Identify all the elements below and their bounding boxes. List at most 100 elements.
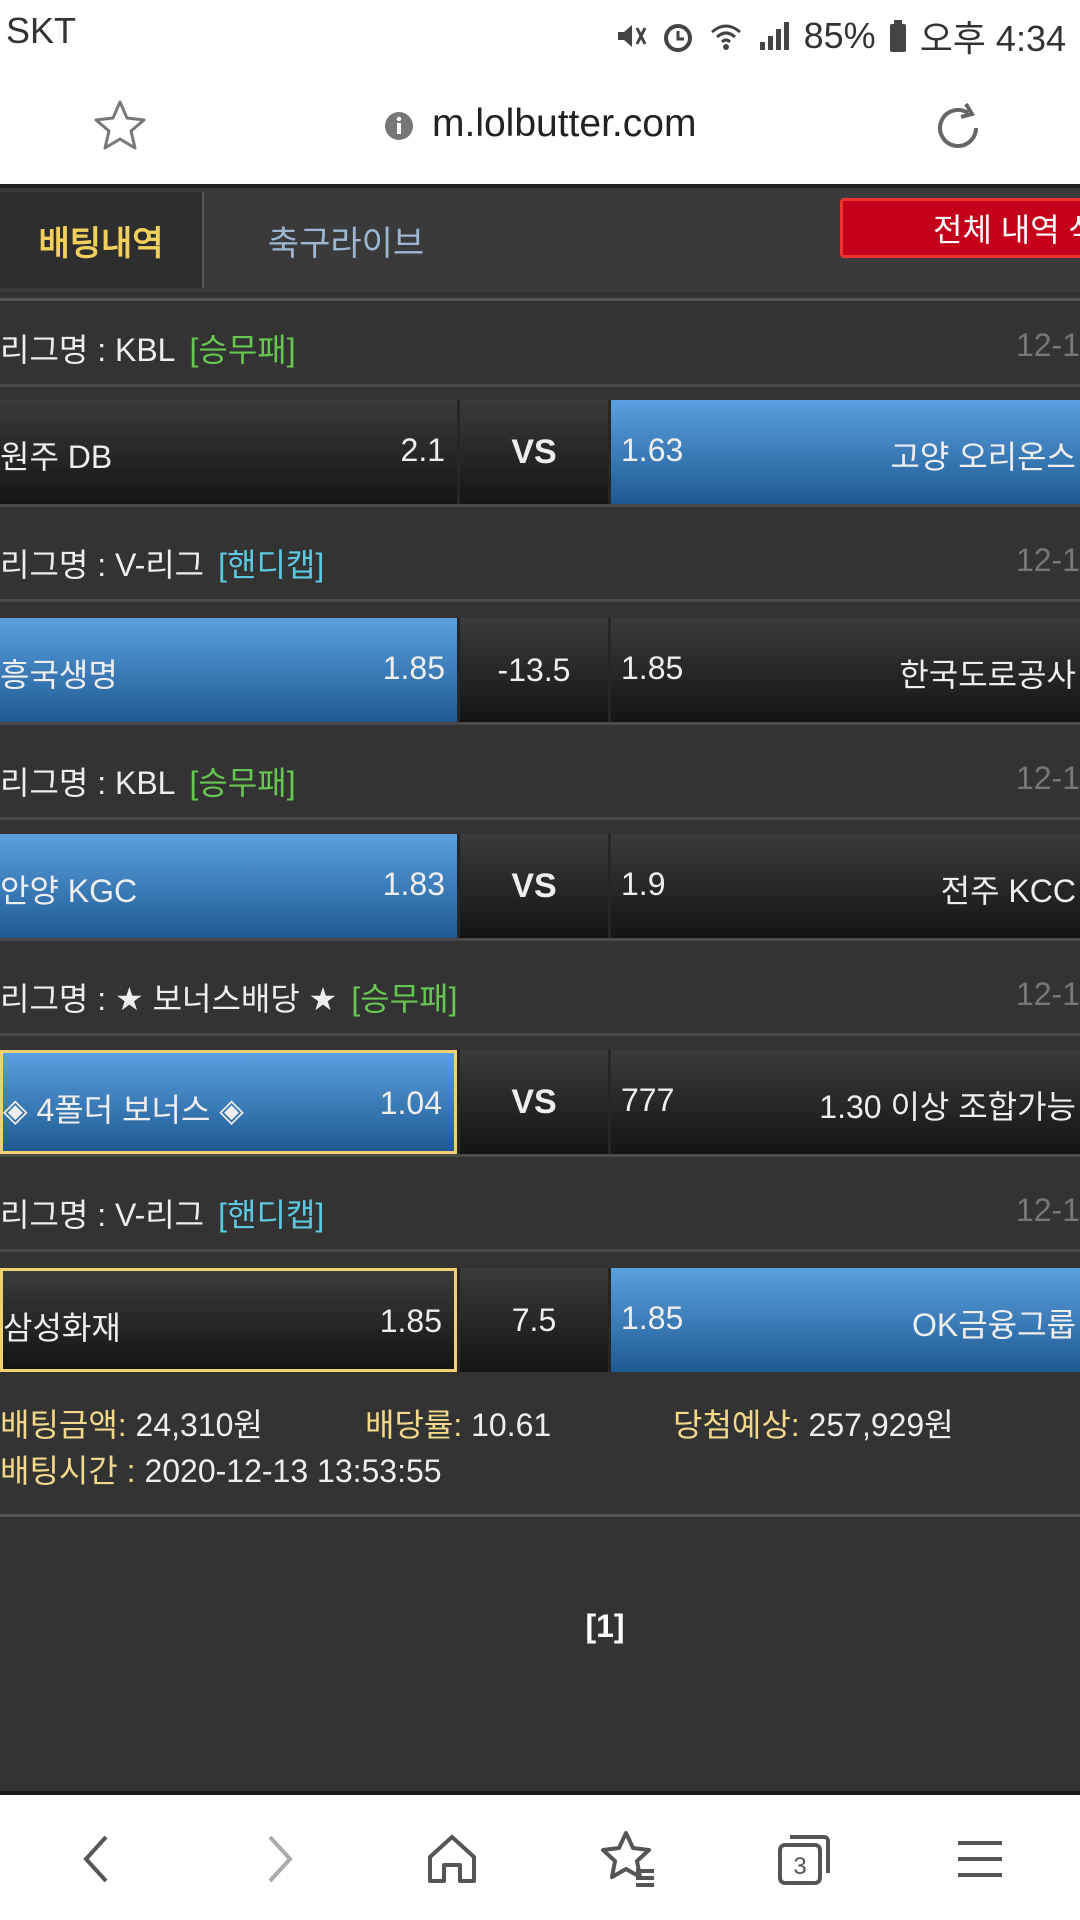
home-team: 흥국생명	[0, 657, 118, 693]
league-name: 리그명 : KBL	[0, 765, 176, 801]
bet-time: 배팅시간 : 2020-12-13 13:53:55	[0, 1446, 442, 1492]
match-row: 안양 KGC 1.83 VS 1.9 전주 KCC	[0, 834, 1080, 938]
mute-icon	[617, 25, 646, 47]
home-team: 원주 DB	[0, 439, 113, 475]
handicap-value: -13.5	[497, 651, 571, 688]
tab-count: 3	[793, 1853, 806, 1880]
clock: 오후 4:34	[919, 18, 1066, 59]
payout-rate-label: 배당률:	[365, 1407, 463, 1443]
away-pick-cell[interactable]: 1.85 OK금융그룹	[611, 1268, 1080, 1372]
match-date: 12-1	[1015, 1192, 1080, 1228]
league-name: 리그명 : ★ 보너스배당 ★	[0, 981, 338, 1017]
versus-cell: VS	[460, 834, 608, 938]
away-pick-cell[interactable]: 1.9 전주 KCC	[611, 834, 1080, 938]
league-name: 리그명 : V-리그	[0, 1197, 205, 1233]
bet-type-label: [핸디캡]	[218, 547, 325, 583]
tab-bet-history[interactable]: 배팅내역	[0, 192, 204, 288]
tab-soccer-live[interactable]: 축구라이브	[206, 192, 486, 288]
row-divider	[0, 722, 1080, 734]
star-icon[interactable]	[90, 96, 150, 156]
payout-rate-value: 10.61	[462, 1407, 552, 1443]
home-pick-cell[interactable]: 흥국생명 1.85	[0, 618, 457, 722]
away-pick-cell[interactable]: 1.63 고양 오리온스	[611, 400, 1080, 504]
back-icon[interactable]	[66, 1827, 130, 1891]
league-row: 리그명 : V-리그 [핸디캡] 12-1	[0, 1166, 1080, 1252]
menu-icon[interactable]	[948, 1827, 1012, 1891]
bet-time-value: 2020-12-13 13:53:55	[135, 1453, 442, 1489]
expected-win: 당첨예상: 257,929원	[673, 1400, 954, 1446]
home-team: ◈ 4폴더 보너스 ◈	[3, 1092, 244, 1128]
wifi-icon	[710, 24, 741, 50]
bookmarks-icon[interactable]	[596, 1827, 660, 1891]
away-pick-cell[interactable]: 777 1.30 이상 조합가능	[611, 1050, 1080, 1154]
payout-rate: 배당률: 10.61	[365, 1400, 551, 1446]
away-team: 고양 오리온스	[890, 439, 1076, 475]
handicap-cell: -13.5	[460, 618, 608, 722]
away-team: 1.30 이상 조합가능	[819, 1089, 1076, 1125]
bet-amount-label: 배팅금액:	[0, 1407, 127, 1443]
row-divider	[0, 938, 1080, 950]
away-odds: 1.85	[621, 650, 684, 686]
browser-bottom-nav: 3	[0, 1791, 1080, 1920]
bet-type-label: [핸디캡]	[218, 1197, 325, 1233]
league-row: 리그명 : ★ 보너스배당 ★ [승무패] 12-1	[0, 950, 1080, 1036]
row-divider	[0, 1154, 1080, 1166]
versus-label: VS	[511, 432, 557, 471]
match-row: 삼성화재 1.85 7.5 1.85 OK금융그룹	[0, 1268, 1080, 1372]
versus-label: VS	[511, 1082, 557, 1121]
status-bar: SKT 85% 오후 4:34	[0, 0, 1080, 64]
away-team: 전주 KCC	[940, 873, 1076, 909]
away-pick-cell[interactable]: 1.85 한국도로공사	[611, 618, 1080, 722]
match-date: 12-1	[1015, 327, 1080, 363]
bet-time-label: 배팅시간 :	[0, 1453, 136, 1489]
delete-all-button[interactable]: 전체 내역 삭제	[840, 198, 1080, 258]
status-icons: 85% 오후 4:34	[612, 10, 1066, 62]
bet-amount-value: 24,310원	[126, 1407, 263, 1443]
match-row: 원주 DB 2.1 VS 1.63 고양 오리온스	[0, 400, 1080, 504]
expected-win-value: 257,929원	[799, 1407, 954, 1443]
handicap-value: 7.5	[511, 1301, 557, 1338]
match-row: 흥국생명 1.85 -13.5 1.85 한국도로공사	[0, 618, 1080, 722]
bet-type-label: [승무패]	[189, 332, 296, 368]
bet-amount: 배팅금액: 24,310원	[0, 1400, 263, 1446]
url-text[interactable]: m.lolbutter.com	[432, 102, 696, 146]
expected-win-label: 당첨예상:	[673, 1407, 800, 1443]
reload-icon[interactable]	[930, 98, 990, 158]
home-pick-cell[interactable]: 안양 KGC 1.83	[0, 834, 457, 938]
home-odds: 1.83	[382, 866, 445, 902]
handicap-cell: 7.5	[460, 1268, 608, 1372]
alarm-icon	[663, 24, 692, 52]
home-team: 삼성화재	[3, 1310, 121, 1346]
home-pick-cell[interactable]: ◈ 4폴더 보너스 ◈ 1.04	[0, 1050, 457, 1154]
summary-divider	[0, 1514, 1080, 1517]
battery-icon	[889, 20, 906, 52]
bet-type-label: [승무패]	[351, 981, 458, 1017]
league-row: 리그명 : KBL [승무패] 12-1	[0, 734, 1080, 820]
versus-cell: VS	[460, 1050, 608, 1154]
away-odds: 1.9	[621, 866, 666, 902]
home-team: 안양 KGC	[0, 873, 138, 909]
match-date: 12-1	[1015, 976, 1080, 1012]
away-team: OK금융그룹	[912, 1307, 1076, 1343]
away-odds: 1.63	[621, 432, 684, 468]
home-icon[interactable]	[420, 1827, 484, 1891]
home-odds: 2.1	[400, 432, 445, 468]
row-divider	[0, 504, 1080, 516]
home-pick-cell[interactable]: 원주 DB 2.1	[0, 400, 457, 504]
home-odds: 1.85	[379, 1303, 442, 1339]
tab-bar: 배팅내역 축구라이브 전체 내역 삭제	[0, 188, 1080, 292]
pagination-current[interactable]: [1]	[0, 1608, 1080, 1645]
versus-label: VS	[511, 866, 557, 905]
league-name: 리그명 : V-리그	[0, 547, 205, 583]
signal-icon	[759, 22, 789, 50]
versus-cell: VS	[460, 400, 608, 504]
home-odds: 1.04	[379, 1085, 442, 1121]
away-odds: 777	[621, 1082, 675, 1118]
home-pick-cell[interactable]: 삼성화재 1.85	[0, 1268, 457, 1372]
forward-icon[interactable]	[246, 1827, 310, 1891]
match-date: 12-1	[1015, 542, 1080, 578]
league-row: 리그명 : V-리그 [핸디캡] 12-1	[0, 516, 1080, 602]
match-date: 12-1	[1015, 760, 1080, 796]
info-icon[interactable]	[384, 111, 414, 141]
tabs-icon[interactable]: 3	[772, 1827, 836, 1891]
